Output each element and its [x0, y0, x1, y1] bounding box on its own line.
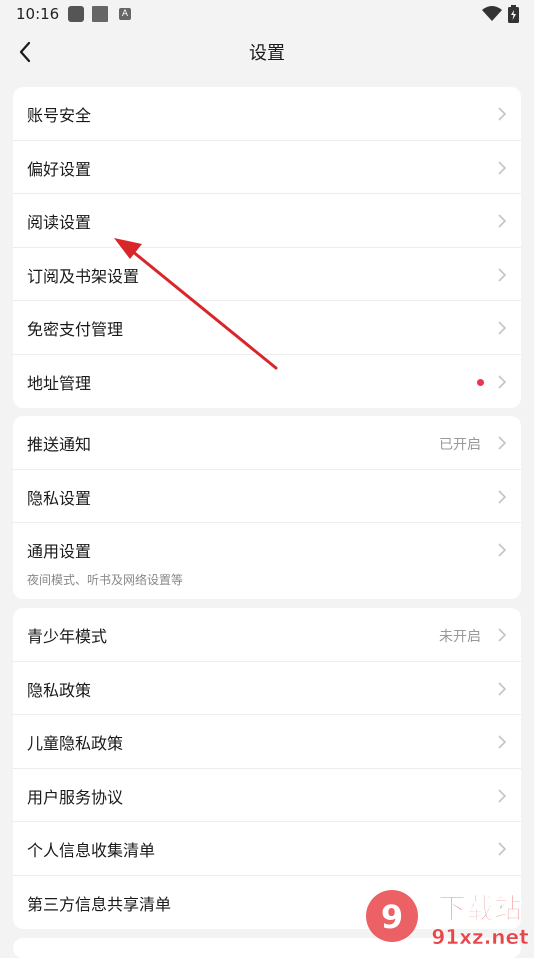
row-label: 推送通知	[27, 435, 92, 454]
chevron-right-icon	[498, 436, 507, 450]
settings-row-address[interactable]: 地址管理	[13, 355, 521, 409]
row-label: 第三方信息共享清单	[27, 894, 172, 914]
row-label: 用户服务协议	[27, 787, 124, 807]
row-label: 个人信息收集清单	[27, 841, 156, 860]
battery-icon	[508, 5, 519, 23]
settings-group-legal: 青少年模式 未开启 隐私政策 儿童隐私政策 用户服务协议 个人信息收集清单 第三…	[13, 608, 521, 929]
settings-row-reading[interactable]: 阅读设置	[13, 194, 521, 248]
settings-row-teen-mode[interactable]: 青少年模式 未开启	[13, 608, 521, 662]
chevron-right-icon	[498, 489, 507, 504]
status-bar: 10:16 A	[0, 0, 534, 30]
settings-row-password-free-payment[interactable]: 免密支付管理	[13, 301, 521, 355]
row-label: 青少年模式	[27, 627, 108, 646]
settings-group-general: 推送通知 已开启 隐私设置 通用设置 夜间模式、听书及网络设置等	[13, 416, 521, 599]
row-label: 隐私政策	[27, 680, 92, 700]
status-time: 10:16	[16, 5, 60, 23]
settings-row-general-settings[interactable]: 通用设置 夜间模式、听书及网络设置等	[13, 523, 521, 599]
row-label: 通用设置	[27, 542, 92, 561]
settings-row-privacy-policy[interactable]: 隐私政策	[13, 662, 521, 715]
settings-row-privacy-settings[interactable]: 隐私设置	[13, 470, 521, 523]
row-label: 隐私设置	[27, 488, 92, 508]
row-label: 地址管理	[27, 373, 92, 393]
chevron-right-icon	[498, 681, 507, 696]
row-label: 儿童隐私政策	[27, 734, 124, 753]
settings-row-children-privacy-policy[interactable]: 儿童隐私政策	[13, 715, 521, 769]
watermark-url: 91xz.net	[431, 925, 529, 949]
chevron-right-icon	[498, 628, 507, 642]
row-label: 偏好设置	[27, 159, 92, 179]
settings-row-personal-info-list[interactable]: 个人信息收集清单	[13, 822, 521, 876]
chevron-right-icon	[498, 788, 507, 803]
chevron-right-icon	[498, 321, 507, 335]
row-subtitle: 夜间模式、听书及网络设置等	[27, 573, 184, 587]
notification-icon: A	[119, 8, 131, 20]
settings-row-user-service-agreement[interactable]: 用户服务协议	[13, 769, 521, 822]
row-status-value: 未开启	[439, 629, 481, 645]
chevron-right-icon	[498, 107, 507, 121]
row-label: 阅读设置	[27, 213, 92, 232]
svg-text:9: 9	[381, 898, 403, 936]
wifi-icon	[482, 6, 502, 21]
chevron-right-icon	[498, 842, 507, 856]
notification-icon	[68, 6, 84, 22]
navigation-bar: 设置	[0, 30, 534, 74]
chevron-right-icon	[498, 267, 507, 282]
notification-icon	[92, 6, 108, 22]
chevron-right-icon	[498, 735, 507, 749]
watermark-text: 下载站	[438, 892, 522, 925]
chevron-right-icon	[498, 214, 507, 228]
row-label: 订阅及书架设置	[27, 266, 140, 286]
chevron-right-icon	[498, 160, 507, 175]
watermark-logo: 9 下载站 91xz.net	[366, 890, 529, 949]
chevron-right-icon	[498, 543, 507, 557]
settings-row-push-notifications[interactable]: 推送通知 已开启	[13, 416, 521, 470]
settings-group-account: 账号安全 偏好设置 阅读设置 订阅及书架设置 免密支付管理 地址管理	[13, 87, 521, 408]
row-label: 账号安全	[27, 106, 92, 125]
notification-dot	[477, 378, 484, 386]
row-label: 免密支付管理	[27, 320, 124, 339]
page-title: 设置	[249, 43, 285, 64]
settings-row-subscription-bookshelf[interactable]: 订阅及书架设置	[13, 248, 521, 301]
settings-row-account-security[interactable]: 账号安全	[13, 87, 521, 141]
row-status-value: 已开启	[439, 437, 481, 453]
chevron-right-icon	[498, 374, 507, 389]
settings-row-preferences[interactable]: 偏好设置	[13, 141, 521, 194]
